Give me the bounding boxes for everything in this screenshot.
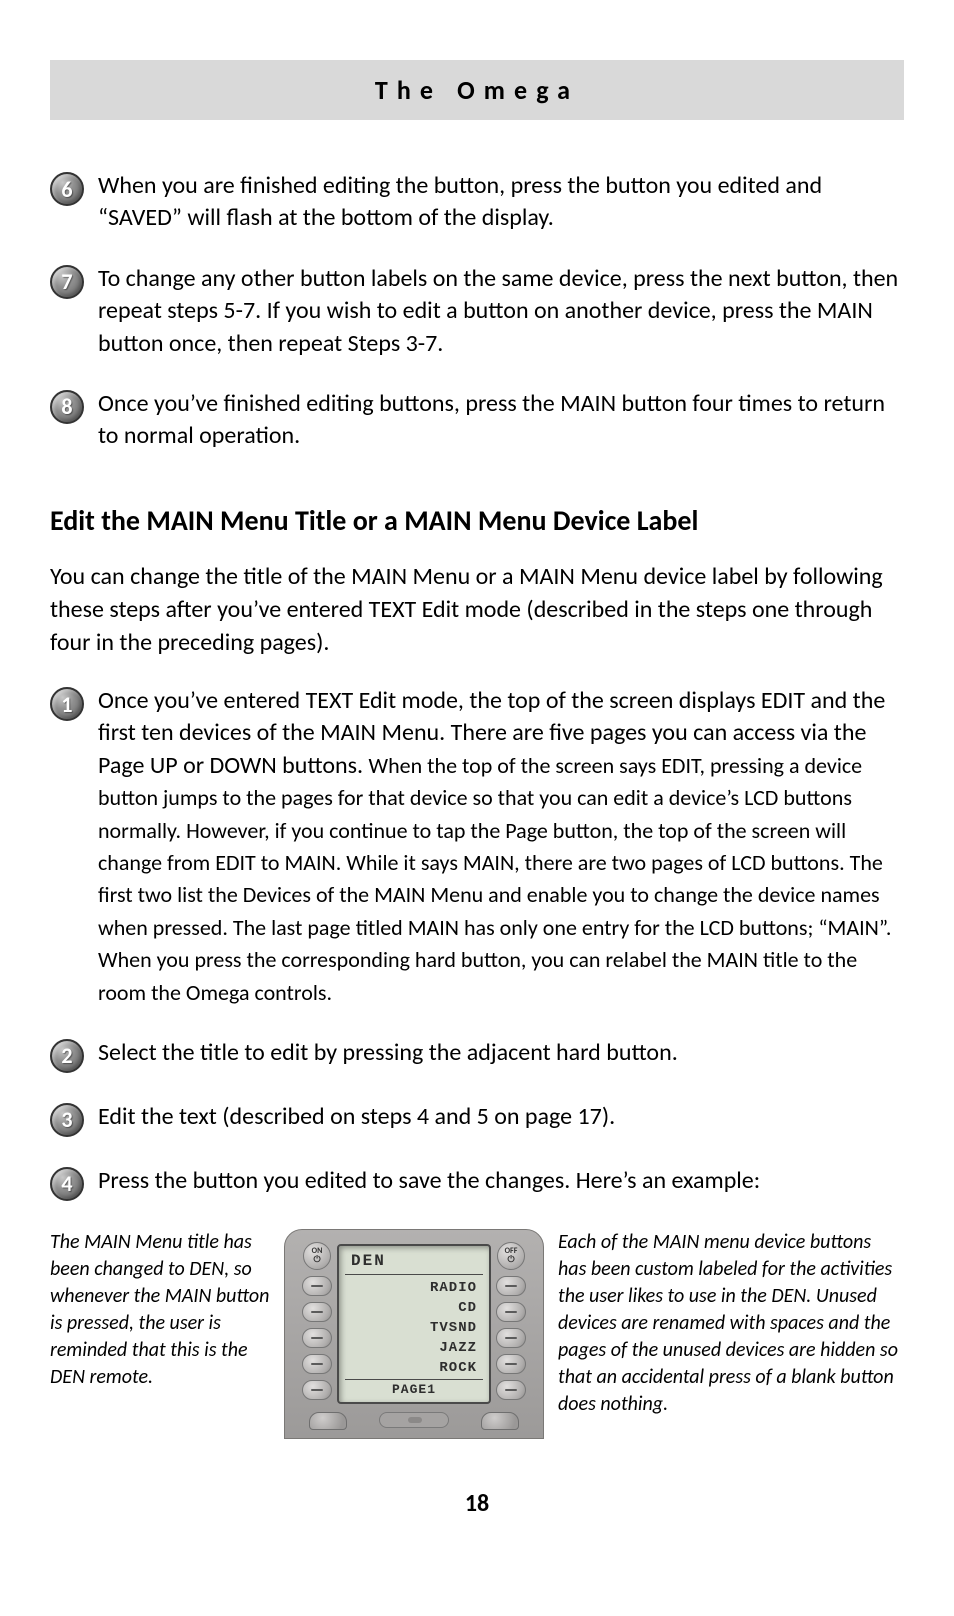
step-4: 4 Press the button you edited to save th…: [50, 1165, 904, 1201]
step-number-badge: 1: [50, 687, 84, 721]
hard-button-right: [496, 1302, 526, 1322]
step-7: 7 To change any other button labels on t…: [50, 263, 904, 360]
step-text: When you are finished editing the button…: [98, 170, 904, 235]
step-1: 1 Once you’ve entered TEXT Edit mode, th…: [50, 685, 904, 1009]
step-number-badge: 8: [50, 390, 84, 424]
hard-button-left: [302, 1380, 332, 1400]
step-number-badge: 3: [50, 1103, 84, 1137]
page-number: 18: [50, 1489, 904, 1518]
example-right-caption: Each of the MAIN menu device buttons has…: [558, 1229, 904, 1418]
hard-button-left: [302, 1328, 332, 1348]
step-text-small: When the top of the screen says EDIT, pr…: [98, 752, 891, 1006]
section-heading: Edit the MAIN Menu Title or a MAIN Menu …: [50, 503, 904, 538]
hard-button-right: [496, 1380, 526, 1400]
example-row: The MAIN Menu title has been changed to …: [50, 1229, 904, 1439]
lcd-title: DEN: [345, 1250, 483, 1275]
page: The Omega 6 When you are finished editin…: [0, 0, 954, 1558]
lcd-row: ROCK: [345, 1357, 483, 1377]
hard-button-right: [496, 1354, 526, 1374]
header-title: The Omega: [375, 74, 579, 106]
hard-button-right: [496, 1328, 526, 1348]
lcd-row: CD: [345, 1297, 483, 1317]
center-pad: [379, 1412, 449, 1428]
step-text: Edit the text (described on steps 4 and …: [98, 1101, 904, 1133]
bottom-right-button: [481, 1412, 519, 1430]
step-2: 2 Select the title to edit by pressing t…: [50, 1037, 904, 1073]
step-8: 8 Once you’ve finished editing buttons, …: [50, 388, 904, 453]
step-number-badge: 2: [50, 1039, 84, 1073]
step-number-badge: 4: [50, 1167, 84, 1201]
step-6: 6 When you are finished editing the butt…: [50, 170, 904, 235]
hard-button-left: [302, 1354, 332, 1374]
remote-illustration: ON⏻ DEN RADIO CD TVSND JAZZ ROCK PAGE1 O…: [284, 1229, 544, 1439]
hard-button-left: [302, 1276, 332, 1296]
power-off-button: OFF⏻: [497, 1242, 525, 1270]
lcd-row: TVSND: [345, 1317, 483, 1337]
step-text: Select the title to edit by pressing the…: [98, 1037, 904, 1069]
lcd-row: RADIO: [345, 1277, 483, 1297]
step-text: Once you’ve entered TEXT Edit mode, the …: [98, 685, 904, 1009]
step-text: Once you’ve finished editing buttons, pr…: [98, 388, 904, 453]
bottom-left-button: [309, 1412, 347, 1430]
step-number-badge: 6: [50, 172, 84, 206]
step-text: To change any other button labels on the…: [98, 263, 904, 360]
section-intro: You can change the title of the MAIN Men…: [50, 560, 904, 659]
remote-body: ON⏻ DEN RADIO CD TVSND JAZZ ROCK PAGE1 O…: [284, 1229, 544, 1439]
hard-button-left: [302, 1302, 332, 1322]
example-left-caption: The MAIN Menu title has been changed to …: [50, 1229, 270, 1391]
step-number-badge: 7: [50, 265, 84, 299]
page-header: The Omega: [50, 60, 904, 120]
hard-button-right: [496, 1276, 526, 1296]
step-text: Press the button you edited to save the …: [98, 1165, 904, 1197]
remote-lcd: DEN RADIO CD TVSND JAZZ ROCK PAGE1: [337, 1244, 491, 1404]
lcd-row: JAZZ: [345, 1337, 483, 1357]
power-on-button: ON⏻: [303, 1242, 331, 1270]
step-3: 3 Edit the text (described on steps 4 an…: [50, 1101, 904, 1137]
lcd-footer: PAGE1: [345, 1379, 483, 1398]
remote-bottom-row: [301, 1406, 527, 1430]
